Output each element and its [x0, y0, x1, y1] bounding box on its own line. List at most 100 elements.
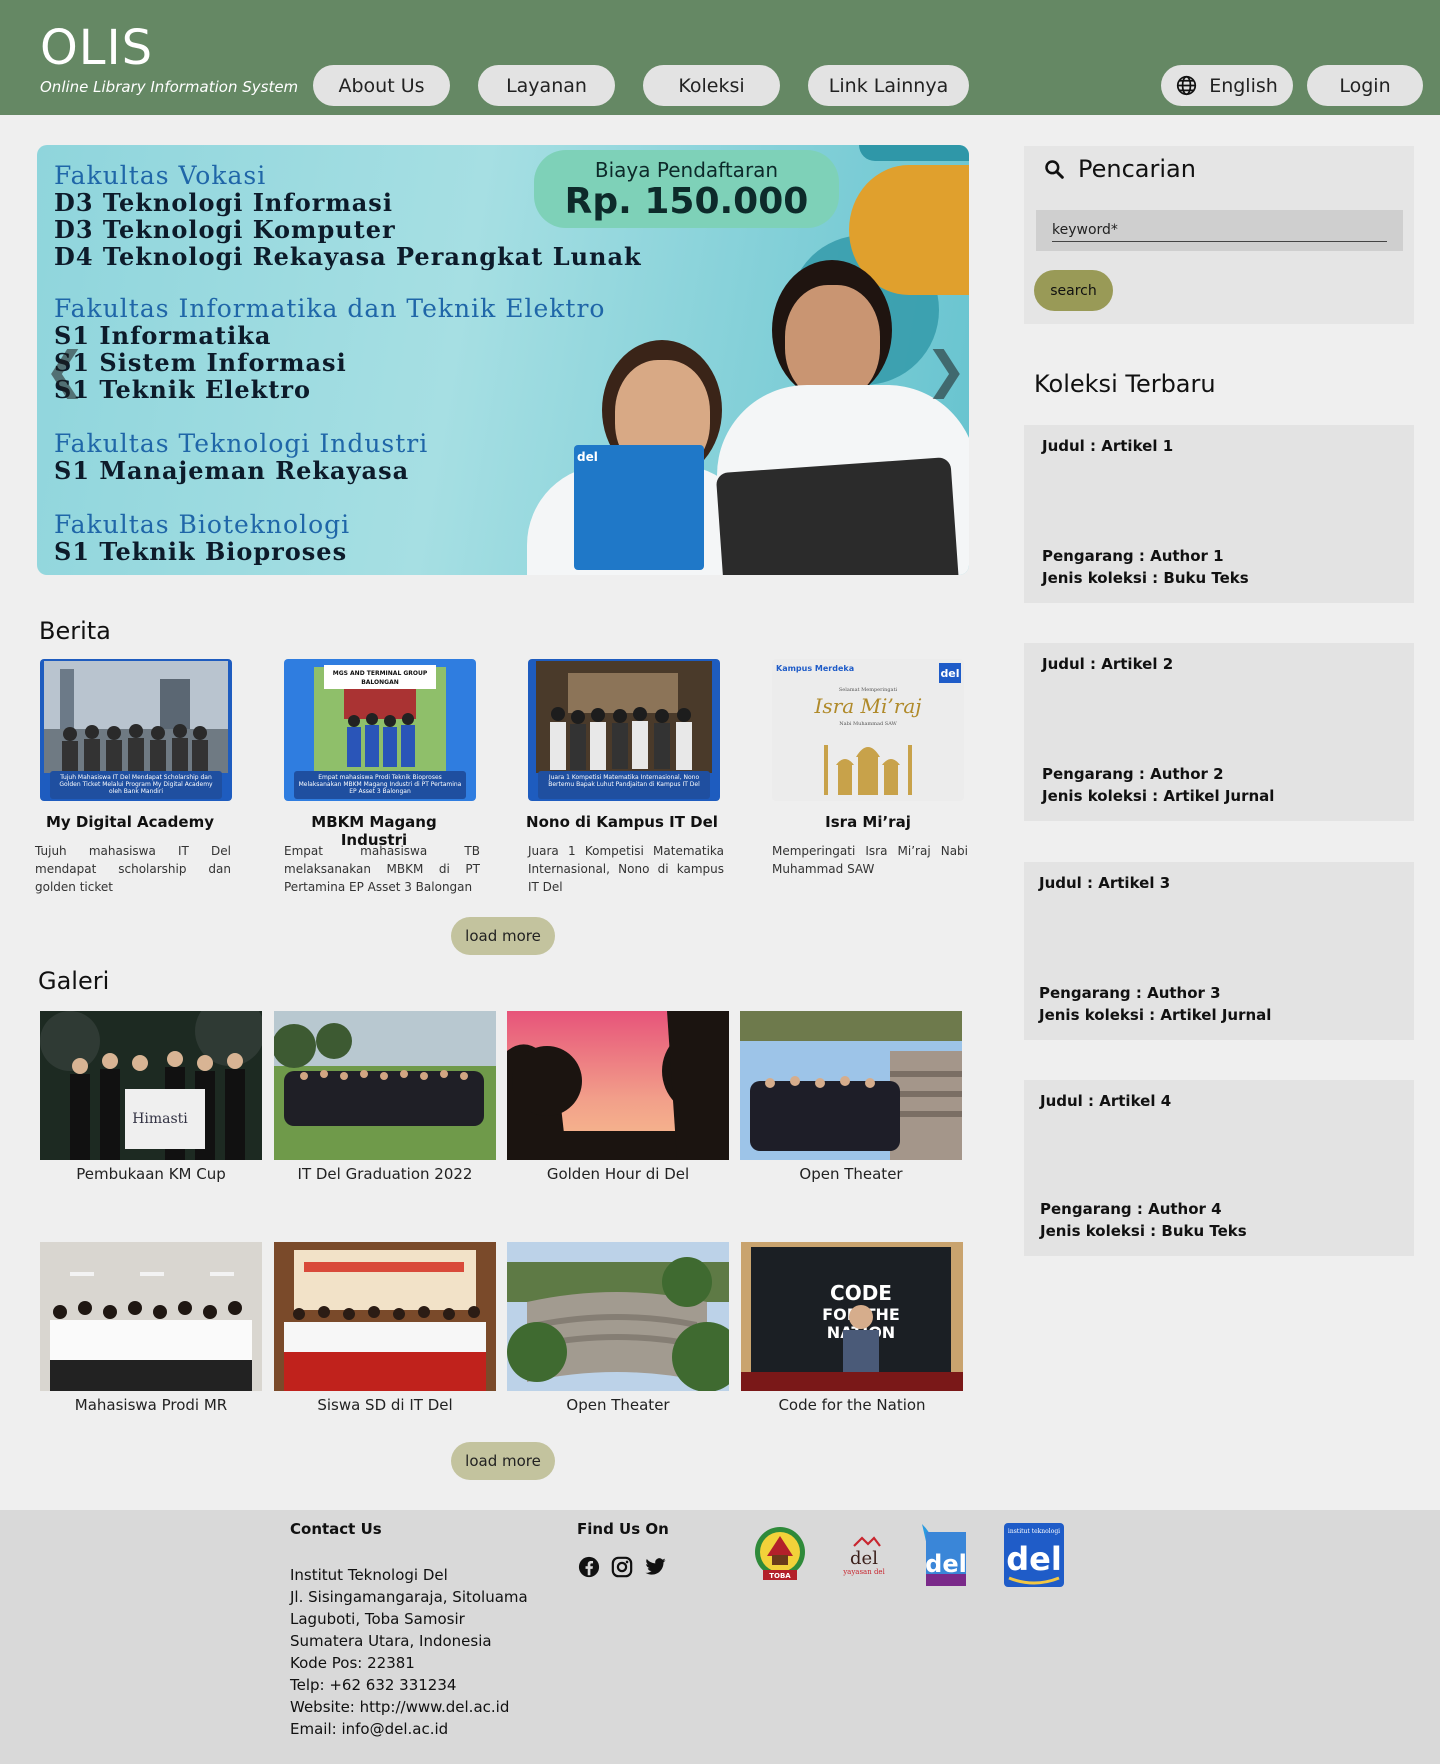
berita-load-more-button[interactable]: load more [451, 917, 555, 955]
news-image-caption: Empat mahasiswa Prodi Teknik Bioproses M… [294, 771, 466, 799]
search-button[interactable]: search [1034, 270, 1113, 311]
gallery-caption: Siswa SD di IT Del [317, 1396, 453, 1414]
gallery-caption: Pembukaan KM Cup [76, 1165, 226, 1183]
gallery-photo: CODE FOR THE NATION [741, 1242, 963, 1391]
gallery-image[interactable] [507, 1242, 729, 1391]
collection-card[interactable]: Judul : Artikel 4 Pengarang : Author 4 J… [1024, 1080, 1414, 1256]
collection-author: Pengarang : Author 1 [1042, 547, 1224, 565]
language-button[interactable]: English [1161, 65, 1293, 106]
gallery-image[interactable] [274, 1011, 496, 1160]
isra-miraj-poster: Kampus Merdeka del Selamat Memperingati … [776, 663, 961, 795]
instagram-icon[interactable] [611, 1556, 635, 1580]
twitter-icon[interactable] [644, 1556, 668, 1580]
contact-address: Institut Teknologi Del Jl. Sisingamangar… [290, 1564, 528, 1740]
program-name: D4 Teknologi Rekayasa Perangkat Lunak [54, 242, 642, 271]
gallery-caption: Golden Hour di Del [546, 1165, 690, 1183]
collection-card[interactable]: Judul : Artikel 2 Pengarang : Author 2 J… [1024, 643, 1414, 821]
galeri-title: Galeri [38, 967, 110, 995]
address-line: Telp: +62 632 331234 [290, 1676, 457, 1694]
faculty-name: Fakultas Teknologi Industri [54, 429, 429, 458]
gallery-photo [740, 1011, 962, 1160]
yayasan-logo-subtext: yayasan del [842, 1568, 885, 1576]
news-image[interactable]: Kampus Merdeka del Selamat Memperingati … [772, 659, 964, 801]
collection-card[interactable]: Judul : Artikel 3 Pengarang : Author 3 J… [1024, 862, 1414, 1040]
faculty-name: Fakultas Bioteknologi [54, 510, 351, 539]
gallery-photo [40, 1242, 262, 1391]
gallery-caption: IT Del Graduation 2022 [297, 1165, 473, 1183]
address-line: Laguboti, Toba Samosir [290, 1610, 465, 1628]
login-button[interactable]: Login [1307, 65, 1423, 106]
institut-del-logo: institut teknologi del [1003, 1522, 1065, 1592]
news-description: Empat mahasiswa TB melaksanakan MBKM di … [284, 844, 480, 894]
sekolah-logo-text: del [925, 1550, 967, 1578]
news-image[interactable]: Juara 1 Kompetisi Matematika Internasion… [528, 659, 720, 801]
galeri-load-more-button[interactable]: load more [451, 1442, 555, 1480]
site-logo-title[interactable]: OLIS [40, 18, 153, 78]
toba-logo-text: TOBA [769, 1572, 791, 1580]
chevron-left-icon[interactable]: ❮ [44, 345, 86, 395]
berita-title: Berita [39, 617, 111, 645]
language-label: English [1209, 74, 1278, 97]
hero-carousel[interactable]: Biaya Pendaftaran Rp. 150.000 Fakultas V… [37, 145, 969, 575]
gallery-caption: Mahasiswa Prodi MR [74, 1396, 228, 1414]
gallery-caption: Open Theater [799, 1165, 903, 1183]
search-input[interactable] [1052, 218, 1387, 242]
faculty-block: Fakultas Bioteknologi S1 Teknik Bioprose… [54, 511, 350, 565]
collection-title: Judul : Artikel 3 [1039, 874, 1171, 892]
news-image-caption: Tujuh Mahasiswa IT Del Mendapat Scholars… [50, 771, 222, 799]
gallery-photo [274, 1242, 496, 1391]
sign-text: MGS AND TERMINAL GROUP [333, 670, 428, 677]
collection-card[interactable]: Judul : Artikel 1 Pengarang : Author 1 J… [1024, 425, 1414, 603]
gallery-image[interactable] [274, 1242, 496, 1391]
address-line: Sumatera Utara, Indonesia [290, 1632, 492, 1650]
website-link[interactable]: Website: http://www.del.ac.id [290, 1696, 528, 1718]
gallery-photo: Himasti [40, 1011, 262, 1160]
search-title-label: Pencarian [1078, 155, 1196, 183]
program-name: S1 Manajeman Rekayasa [54, 456, 410, 485]
faculty-block: Fakultas Informatika dan Teknik Elektro … [54, 295, 605, 403]
del-logo-text: del [940, 667, 959, 680]
news-description: Tujuh mahasiswa IT Del mendapat scholars… [35, 844, 231, 894]
collection-type: Jenis koleksi : Buku Teks [1042, 569, 1249, 587]
program-name: S1 Informatika [54, 321, 272, 350]
collection-title: Judul : Artikel 4 [1040, 1092, 1172, 1110]
news-title[interactable]: Isra Mi’raj [772, 813, 964, 831]
gallery-photo [274, 1011, 496, 1160]
collection-meta: Pengarang : Author 3 Jenis koleksi : Art… [1039, 982, 1271, 1026]
gallery-image[interactable] [40, 1242, 262, 1391]
gallery-caption: Code for the Nation [778, 1396, 926, 1414]
collection-author: Pengarang : Author 4 [1040, 1200, 1222, 1218]
program-name: D3 Teknologi Komputer [54, 215, 396, 244]
nav-about-us[interactable]: About Us [313, 65, 450, 106]
nav-layanan[interactable]: Layanan [478, 65, 615, 106]
program-name: D3 Teknologi Informasi [54, 188, 393, 217]
facebook-icon[interactable] [578, 1556, 602, 1580]
search-icon [1044, 159, 1064, 179]
news-image-caption: Juara 1 Kompetisi Matematika Internasion… [538, 771, 710, 799]
program-name: S1 Sistem Informasi [54, 348, 347, 377]
collection-type: Jenis koleksi : Artikel Jurnal [1039, 1006, 1272, 1024]
address-line: Institut Teknologi Del [290, 1566, 448, 1584]
news-title[interactable]: Nono di Kampus IT Del [526, 813, 718, 831]
gallery-image[interactable]: CODE FOR THE NATION [741, 1242, 963, 1391]
site-logo-subtitle: Online Library Information System [40, 78, 299, 96]
nav-koleksi[interactable]: Koleksi [643, 65, 780, 106]
email-link[interactable]: Email: info@del.ac.id [290, 1718, 528, 1740]
news-image[interactable]: MGS AND TERMINAL GROUP BALONGAN Empat ma… [284, 659, 476, 801]
news-description: Memperingati Isra Mi’raj Nabi Muhammad S… [772, 844, 968, 876]
faculty-block: Fakultas Teknologi Industri S1 Manajeman… [54, 430, 428, 484]
himasti-banner-text: Himasti [132, 1111, 188, 1127]
news-title[interactable]: My Digital Academy [34, 813, 226, 831]
gallery-image[interactable] [740, 1011, 962, 1160]
nav-link-lainnya[interactable]: Link Lainnya [808, 65, 969, 106]
chevron-right-icon[interactable]: ❯ [925, 345, 967, 395]
code-for-the-nation-text: CODE [830, 1281, 892, 1305]
globe-icon [1176, 75, 1197, 96]
collection-author: Pengarang : Author 3 [1039, 984, 1221, 1002]
gallery-image[interactable]: Himasti [40, 1011, 262, 1160]
collection-type: Jenis koleksi : Artikel Jurnal [1042, 787, 1275, 805]
contact-us-title: Contact Us [290, 1520, 382, 1538]
news-image[interactable]: Tujuh Mahasiswa IT Del Mendapat Scholars… [40, 659, 232, 801]
find-us-title: Find Us On [577, 1520, 669, 1538]
gallery-image[interactable] [507, 1011, 729, 1160]
